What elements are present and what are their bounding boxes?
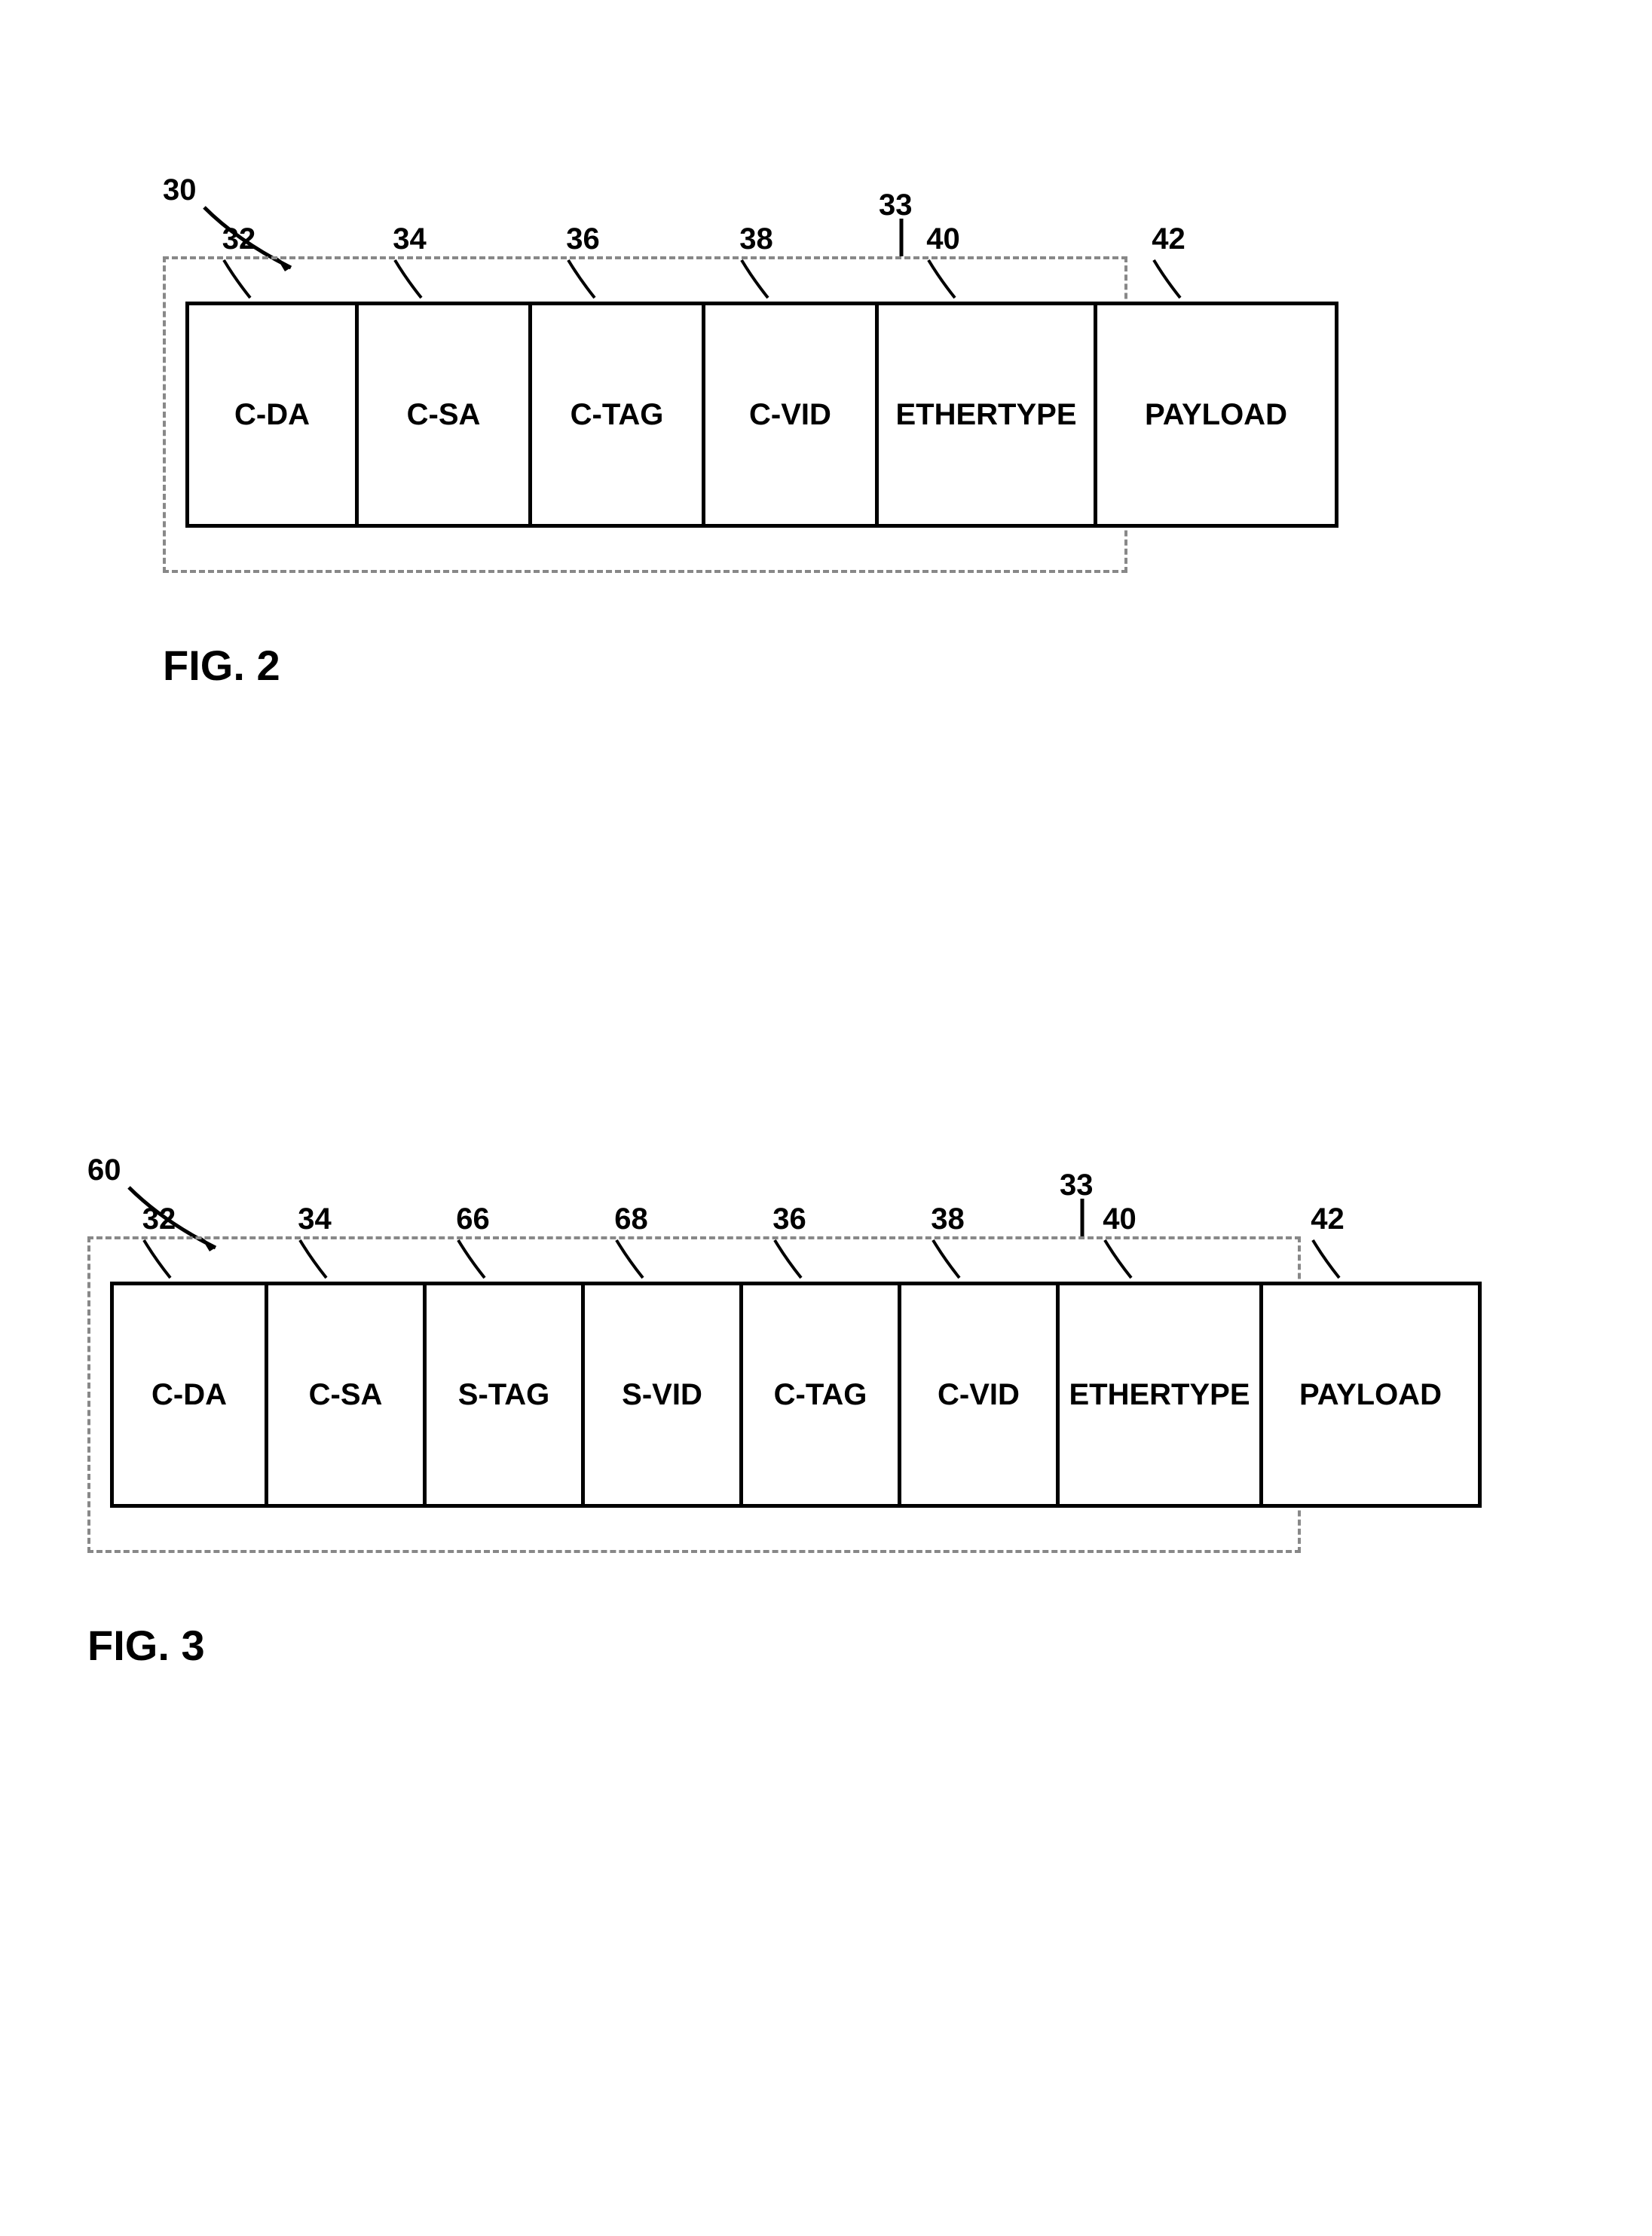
field-cda: 32 C-DA	[185, 302, 359, 528]
field-ref: 40	[926, 222, 960, 256]
frame-row: 32 C-DA 34 C-SA 66 S-TAG 68 S-VID 36 C-T…	[110, 1282, 1542, 1508]
field-ref: 36	[772, 1202, 806, 1236]
field-ethertype: 40 ETHERTYPE	[1060, 1282, 1263, 1508]
callout-line-icon	[1309, 1236, 1347, 1282]
callout-line-icon	[140, 1236, 178, 1282]
field-label: ETHERTYPE	[1069, 1378, 1250, 1412]
arrow-line-icon	[1067, 1199, 1097, 1244]
field-stag: 66 S-TAG	[427, 1282, 585, 1508]
callout-line-icon	[738, 256, 776, 302]
figure-3: 60 33 32 C-DA 34 C-SA 66 S-TAG 68 S-VID	[110, 1282, 1542, 1508]
frame-row: 32 C-DA 34 C-SA 36 C-TAG 38 C-VID 40 ETH…	[185, 302, 1467, 528]
callout-line-icon	[296, 1236, 334, 1282]
field-ref: 38	[931, 1202, 965, 1236]
frame-ref-label: 60	[87, 1153, 121, 1187]
field-ref: 42	[1152, 222, 1185, 256]
field-cvid: 38 C-VID	[901, 1282, 1060, 1508]
field-label: PAYLOAD	[1299, 1378, 1442, 1412]
field-ethertype: 40 ETHERTYPE	[879, 302, 1097, 528]
header-ref-label: 33	[1060, 1169, 1094, 1202]
field-label: C-SA	[309, 1378, 383, 1412]
figure-caption: FIG. 2	[163, 641, 280, 690]
field-label: S-VID	[622, 1378, 702, 1412]
field-label: C-VID	[938, 1378, 1020, 1412]
field-ref: 40	[1103, 1202, 1137, 1236]
field-ref: 36	[566, 222, 600, 256]
callout-line-icon	[925, 256, 962, 302]
callout-line-icon	[613, 1236, 650, 1282]
field-ref: 38	[739, 222, 773, 256]
callout-line-icon	[1150, 256, 1188, 302]
figure-2: 30 33 32 C-DA 34 C-SA 36 C-TAG 38 C-VID	[185, 302, 1467, 528]
field-ref: 42	[1311, 1202, 1345, 1236]
field-ref: 34	[298, 1202, 332, 1236]
field-ctag: 36 C-TAG	[743, 1282, 901, 1508]
figure-caption: FIG. 3	[87, 1621, 205, 1670]
field-label: C-VID	[749, 398, 831, 432]
field-payload: 42 PAYLOAD	[1263, 1282, 1482, 1508]
callout-line-icon	[391, 256, 429, 302]
field-label: C-DA	[234, 398, 310, 432]
callout-line-icon	[1101, 1236, 1139, 1282]
callout-line-icon	[929, 1236, 967, 1282]
header-ref-label: 33	[879, 188, 913, 222]
field-label: ETHERTYPE	[895, 398, 1076, 432]
field-label: C-TAG	[774, 1378, 867, 1412]
field-ctag: 36 C-TAG	[532, 302, 705, 528]
field-label: C-SA	[407, 398, 481, 432]
field-ref: 68	[614, 1202, 648, 1236]
field-csa: 34 C-SA	[268, 1282, 427, 1508]
callout-line-icon	[564, 256, 602, 302]
field-ref: 34	[393, 222, 427, 256]
field-ref: 32	[142, 1202, 176, 1236]
field-cvid: 38 C-VID	[705, 302, 879, 528]
callout-line-icon	[771, 1236, 809, 1282]
field-label: PAYLOAD	[1145, 398, 1287, 432]
arrow-line-icon	[886, 219, 916, 264]
field-ref: 66	[456, 1202, 490, 1236]
field-payload: 42 PAYLOAD	[1097, 302, 1338, 528]
field-cda: 32 C-DA	[110, 1282, 268, 1508]
field-label: S-TAG	[458, 1378, 549, 1412]
field-label: C-DA	[151, 1378, 227, 1412]
callout-line-icon	[454, 1236, 492, 1282]
field-ref: 32	[222, 222, 256, 256]
frame-ref-label: 30	[163, 173, 197, 207]
callout-line-icon	[220, 256, 258, 302]
field-label: C-TAG	[571, 398, 664, 432]
field-csa: 34 C-SA	[359, 302, 532, 528]
field-svid: 68 S-VID	[585, 1282, 743, 1508]
